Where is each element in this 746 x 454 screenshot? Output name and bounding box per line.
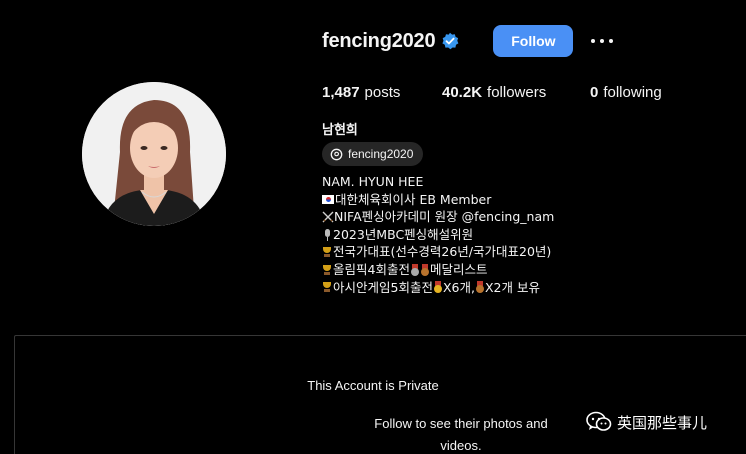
bio-line: 아시안게임5회출전 X6개, X2개 보유 [322,279,612,297]
trophy-icon [322,281,332,293]
bio-line-3: NIFA펜싱아카데미 원장 @fencing_nam [334,209,555,225]
korea-flag-icon [322,194,334,204]
full-name: 남현희 [322,122,358,137]
bio-line-6: 올림픽4회출전 [333,261,410,277]
followers-count: 40.2K [442,83,483,101]
profile-avatar[interactable] [82,82,226,226]
threads-icon [330,148,343,160]
profile-stats: 1,487 posts 40.2K followers 0 following [322,82,662,102]
following-label: following [603,83,662,101]
bio-line-5: 전국가대표(선수경력26년/국가대표20년) [333,244,552,260]
private-account-title: This Account is Private [307,378,439,393]
bio-line-2: 대한체육회이사 EB Member [335,191,492,207]
avatar-portrait-image [82,82,226,226]
threads-link-badge[interactable]: fencing2020 [322,142,424,166]
wechat-watermark: 英国那些事儿 [586,410,707,434]
profile-header: fencing2020 Follow [322,25,614,57]
bio-line: 전국가대표(선수경력26년/국가대표20년) [322,243,612,261]
bio-line-7c: X2개 보유 [484,279,540,295]
bio-line: 2023년MBC펜싱해설위원 [322,226,612,244]
profile-page: fencing2020 Follow 1,487 posts 40.2K fol… [0,0,746,454]
bio-line-7: 아시안게임5회출전 [333,279,433,295]
more-options-icon[interactable] [591,31,614,51]
bio-line-7b: X6개, [442,279,475,295]
bio-line: NIFA펜싱아카데미 원장 @fencing_nam [322,208,612,226]
bio-line-6b: 메달리스트 [429,261,488,277]
following-count: 0 [590,83,599,101]
crossed-swords-icon [322,211,334,223]
posts-count: 1,487 [322,83,360,101]
bio-line: 올림픽4회출전 메달리스트 [322,261,612,279]
threads-handle: fencing2020 [348,147,414,161]
followers-label: followers [487,83,547,101]
posts-stat: 1,487 posts [322,84,442,101]
silver-medal-icon [410,263,420,276]
gold-medal-icon [433,281,443,294]
profile-bio: NAM. HYUN HEE 대한체육회이사 EB Member NIFA펜싱아카… [322,173,612,296]
verified-badge-icon [442,32,459,50]
username: fencing2020 [322,29,436,52]
bio-line-4: 2023년MBC펜싱해설위원 [333,226,474,242]
microphone-icon [322,228,332,241]
bio-line: 대한체육회이사 EB Member [322,191,612,209]
watermark-text: 英国那些事儿 [617,413,708,432]
bronze-medal-icon [475,281,485,294]
followers-stat[interactable]: 40.2K followers [442,84,590,101]
private-account-subtitle: Follow to see their photos and videos. [374,416,548,453]
following-stat[interactable]: 0 following [590,84,662,101]
posts-label: posts [364,83,401,101]
bio-line: NAM. HYUN HEE [322,173,612,191]
bronze-medal-icon [420,263,430,276]
trophy-icon [322,264,332,276]
wechat-icon [586,411,612,431]
follow-button[interactable]: Follow [493,25,574,57]
trophy-icon [322,246,332,258]
bio-line-1: NAM. HYUN HEE [322,174,424,189]
